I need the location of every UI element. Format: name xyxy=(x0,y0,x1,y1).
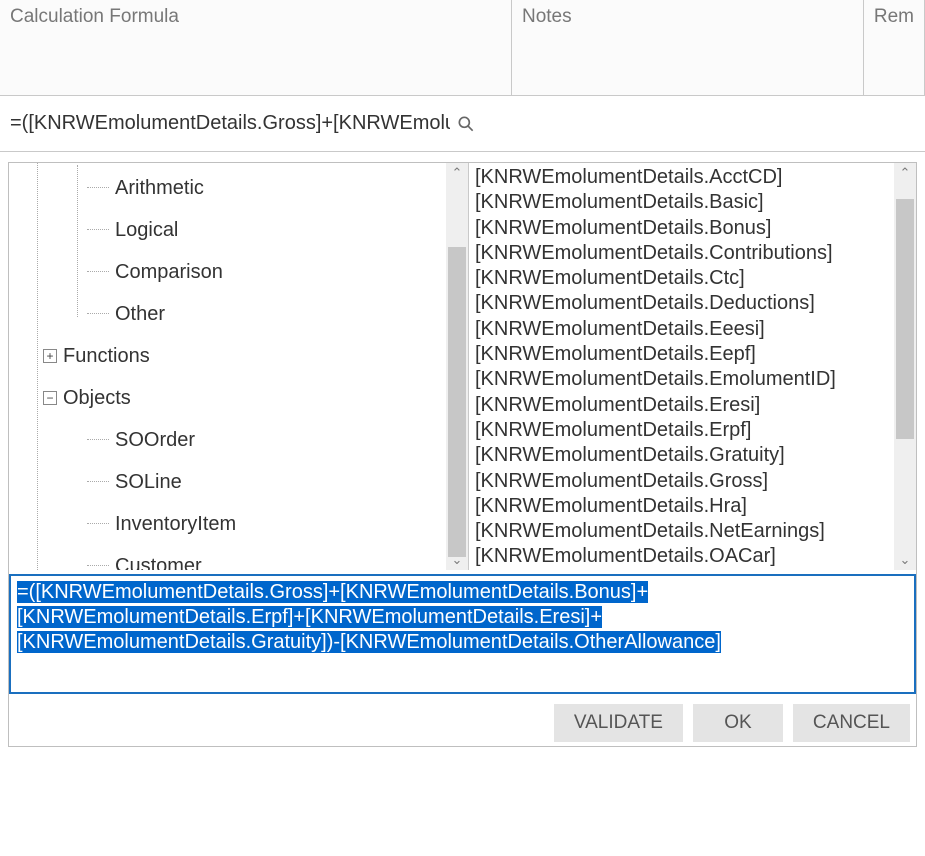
search-icon[interactable] xyxy=(456,114,476,134)
tree-item-other[interactable]: Other xyxy=(23,295,444,333)
field-item[interactable]: [KNRWEmolumentDetails.Contributions] xyxy=(475,241,890,266)
column-header-formula[interactable]: Calculation Formula xyxy=(0,0,512,95)
formula-textarea[interactable]: =([KNRWEmolumentDetails.Gross]+[KNRWEmol… xyxy=(9,574,916,694)
minus-icon[interactable]: − xyxy=(43,391,57,405)
tree-panel: Arithmetic Logical Comparison Other + Fu… xyxy=(9,163,469,570)
field-item[interactable]: [KNRWEmolumentDetails.Deductions] xyxy=(475,291,890,316)
tree-item-arithmetic[interactable]: Arithmetic xyxy=(23,169,444,207)
tree-item-objects[interactable]: − Objects xyxy=(23,379,444,417)
formula-selected-text[interactable]: =([KNRWEmolumentDetails.Gross]+[KNRWEmol… xyxy=(17,581,721,653)
fields-scrollbar[interactable]: ⌃ ⌄ xyxy=(894,163,916,570)
column-headers: Calculation Formula Notes Rem xyxy=(0,0,925,96)
fields-panel: [KNRWEmolumentDetails.AcctCD][KNRWEmolum… xyxy=(469,163,916,570)
field-item[interactable]: [KNRWEmolumentDetails.Basic] xyxy=(475,190,890,215)
tree-item-soorder[interactable]: SOOrder xyxy=(23,421,444,459)
field-item[interactable]: [KNRWEmolumentDetails.OACar] xyxy=(475,544,890,569)
field-item[interactable]: [KNRWEmolumentDetails.Eeesi] xyxy=(475,317,890,342)
field-item[interactable]: [KNRWEmolumentDetails.Hra] xyxy=(475,494,890,519)
tree-item-soline[interactable]: SOLine xyxy=(23,463,444,501)
field-item[interactable]: [KNRWEmolumentDetails.Erpf] xyxy=(475,418,890,443)
chevron-up-icon[interactable]: ⌃ xyxy=(452,163,463,183)
formula-editor-dialog: Calculation Formula Notes Rem Arith xyxy=(0,0,925,753)
dialog-buttons: VALIDATE OK CANCEL xyxy=(9,694,916,746)
chevron-down-icon[interactable]: ⌄ xyxy=(900,550,911,570)
tree-item-inventoryitem[interactable]: InventoryItem xyxy=(23,505,444,543)
cancel-button[interactable]: CANCEL xyxy=(793,704,910,742)
formula-compact-input[interactable] xyxy=(8,111,452,136)
tree-item-customer[interactable]: Customer xyxy=(23,547,444,570)
field-item[interactable]: [KNRWEmolumentDetails.Gross] xyxy=(475,469,890,494)
validate-button[interactable]: VALIDATE xyxy=(554,704,683,742)
column-header-notes[interactable]: Notes xyxy=(512,0,864,95)
plus-icon[interactable]: + xyxy=(43,349,57,363)
tree-item-logical[interactable]: Logical xyxy=(23,211,444,249)
tree-item-comparison[interactable]: Comparison xyxy=(23,253,444,291)
scroll-thumb[interactable] xyxy=(448,247,466,557)
field-item[interactable]: [KNRWEmolumentDetails.Ctc] xyxy=(475,266,890,291)
chevron-up-icon[interactable]: ⌃ xyxy=(900,163,911,183)
field-item[interactable]: [KNRWEmolumentDetails.Gratuity] xyxy=(475,443,890,468)
field-item[interactable]: [KNRWEmolumentDetails.AcctCD] xyxy=(475,165,890,190)
formula-compact-row xyxy=(0,96,925,152)
tree-scrollbar[interactable]: ⌃ ⌄ xyxy=(446,163,468,570)
ok-button[interactable]: OK xyxy=(693,704,783,742)
field-item[interactable]: [KNRWEmolumentDetails.NetEarnings] xyxy=(475,519,890,544)
column-header-reminder[interactable]: Rem xyxy=(864,0,925,95)
field-item[interactable]: [KNRWEmolumentDetails.EmolumentID] xyxy=(475,367,890,392)
field-item[interactable]: [KNRWEmolumentDetails.Eresi] xyxy=(475,393,890,418)
field-item[interactable]: [KNRWEmolumentDetails.Eepf] xyxy=(475,342,890,367)
field-item[interactable]: [KNRWEmolumentDetails.Bonus] xyxy=(475,216,890,241)
tree-item-functions[interactable]: + Functions xyxy=(23,337,444,375)
scroll-thumb[interactable] xyxy=(896,199,914,439)
